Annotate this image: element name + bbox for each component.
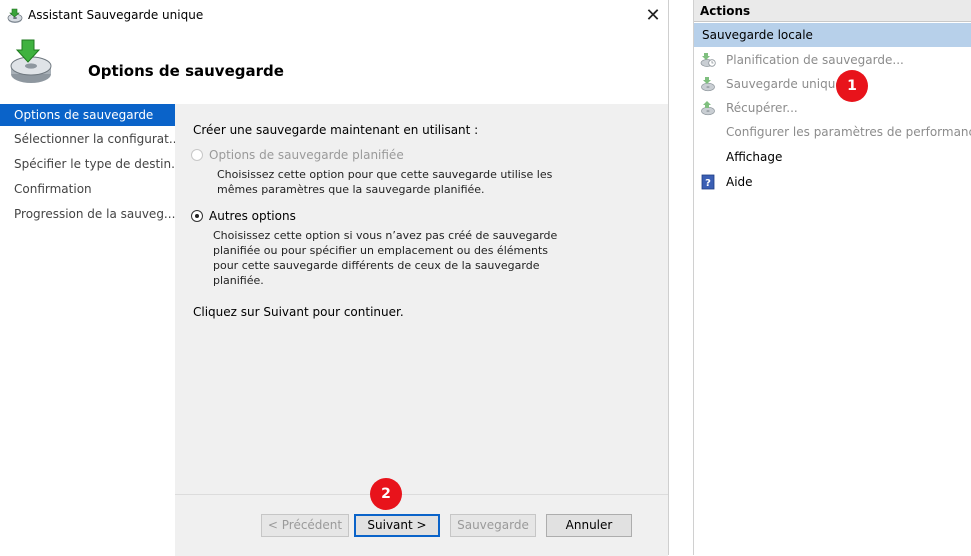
other-options-desc-line1: Choisissez cette option si vous n’avez p…	[213, 229, 558, 242]
actions-pane: Actions Sauvegarde locale Planification …	[693, 0, 971, 555]
other-options-desc-line2: planifiée ou pour spécifier un emplaceme…	[213, 244, 549, 257]
action-help[interactable]: ? Aide	[694, 170, 971, 194]
action-view[interactable]: Affichage	[694, 145, 971, 169]
wizard-content: Créer une sauvegarde maintenant en utili…	[175, 104, 668, 494]
close-icon[interactable]: ✕	[640, 4, 666, 28]
scheduled-options-desc-line2: mêmes paramètres que la sauvegarde plani…	[217, 183, 485, 196]
step-destination-type[interactable]: Spécifier le type de destin...	[0, 153, 175, 175]
action-help-label: Aide	[726, 175, 753, 189]
wizard-header: Options de sauvegarde	[0, 32, 668, 104]
backup-wizard-dialog: Assistant Sauvegarde unique ✕ Options de…	[0, 0, 669, 556]
backup-disk-icon	[8, 38, 54, 86]
window-title: Assistant Sauvegarde unique	[28, 8, 204, 22]
action-view-label: Affichage	[726, 150, 783, 164]
action-backup-schedule-label: Planification de sauvegarde...	[726, 53, 904, 67]
other-options-desc-line3: pour cette sauvegarde différents de ceux…	[213, 259, 540, 272]
page-title: Options de sauvegarde	[88, 62, 284, 80]
next-button[interactable]: Suivant >	[354, 514, 440, 537]
cancel-button[interactable]: Annuler	[546, 514, 632, 537]
previous-button[interactable]: < Précédent	[261, 514, 349, 537]
action-backup-once-label: Sauvegarde unique...	[726, 77, 855, 91]
wizard-footer: < Précédent Suivant > Sauvegarde Annuler	[175, 494, 668, 556]
scheduled-options-radio[interactable]	[191, 149, 203, 161]
help-icon: ?	[700, 174, 716, 190]
backup-schedule-icon	[700, 52, 716, 68]
action-backup-schedule[interactable]: Planification de sauvegarde...	[694, 48, 971, 72]
annotation-badge-2: 2	[370, 478, 402, 510]
other-options-radio[interactable]	[191, 210, 203, 222]
step-confirmation[interactable]: Confirmation	[0, 178, 175, 200]
annotation-badge-1: 1	[836, 70, 868, 102]
step-select-configuration[interactable]: Sélectionner la configurat...	[0, 128, 175, 150]
title-bar: Assistant Sauvegarde unique ✕	[0, 0, 668, 32]
action-recover-label: Récupérer...	[726, 101, 798, 115]
recover-icon	[700, 100, 716, 116]
action-configure-performance-label: Configurer les paramètres de performance…	[726, 125, 971, 139]
continue-hint: Cliquez sur Suivant pour continuer.	[193, 305, 404, 319]
scheduled-options-desc-line1: Choisissez cette option pour que cette s…	[217, 168, 553, 181]
action-configure-performance[interactable]: Configurer les paramètres de performance…	[694, 120, 971, 144]
local-backup-section[interactable]: Sauvegarde locale	[694, 23, 971, 47]
step-backup-progress[interactable]: Progression de la sauveg...	[0, 203, 175, 225]
other-options-desc-line4: planifiée.	[213, 274, 264, 287]
actions-header: Actions	[694, 0, 971, 22]
other-options-label[interactable]: Autres options	[209, 209, 296, 223]
action-recover[interactable]: Récupérer...	[694, 96, 971, 120]
scheduled-options-label: Options de sauvegarde planifiée	[209, 148, 404, 162]
backup-app-icon	[6, 8, 24, 24]
step-backup-options[interactable]: Options de sauvegarde	[0, 104, 175, 126]
svg-text:?: ?	[705, 178, 711, 189]
wizard-steps-nav: Options de sauvegarde Sélectionner la co…	[0, 104, 175, 555]
action-backup-once[interactable]: Sauvegarde unique...	[694, 72, 971, 96]
backup-once-icon	[700, 76, 716, 92]
backup-button[interactable]: Sauvegarde	[450, 514, 536, 537]
intro-text: Créer une sauvegarde maintenant en utili…	[193, 123, 479, 137]
